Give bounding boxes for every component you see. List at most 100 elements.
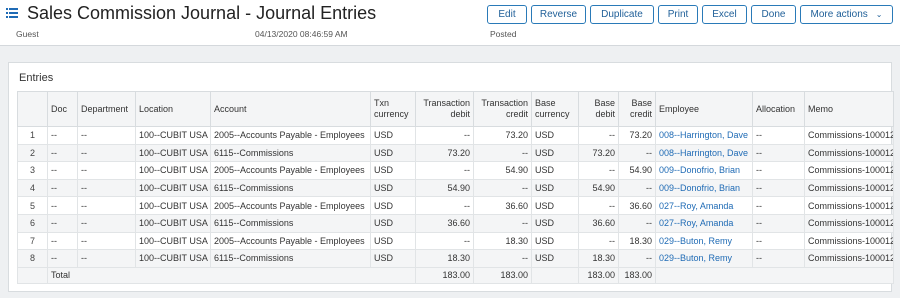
employee-link[interactable]: 029--Buton, Remy <box>655 249 753 268</box>
base-currency-cell: USD <box>531 231 579 251</box>
transaction-credit-cell: -- <box>473 143 532 163</box>
base-credit-cell: 73.20 <box>618 126 656 145</box>
column-header-base-currency[interactable]: Base currency <box>531 91 579 127</box>
allocation-cell: -- <box>752 196 805 215</box>
transaction-debit-cell: 36.60 <box>415 213 474 233</box>
entries-panel: Entries Doc Department Location Account … <box>8 62 894 292</box>
allocation-cell: -- <box>752 231 805 251</box>
department-cell: -- <box>77 178 136 198</box>
employee-link[interactable]: 027--Roy, Amanda <box>655 213 753 233</box>
employee-link[interactable]: 008--Harrington, Dave <box>655 126 753 145</box>
base-debit-cell: 73.20 <box>578 143 619 163</box>
column-header-transaction-debit[interactable]: Transaction debit <box>415 91 474 127</box>
base-currency-cell: USD <box>531 178 579 198</box>
transaction-credit-cell: 18.30 <box>473 231 532 251</box>
column-header-row-number <box>17 91 48 127</box>
total-transaction-credit: 183.00 <box>473 266 532 284</box>
base-debit-cell: 54.90 <box>578 178 619 198</box>
employee-link[interactable]: 029--Buton, Remy <box>655 231 753 251</box>
totals-spacer-cell <box>17 266 48 284</box>
allocation-cell: -- <box>752 178 805 198</box>
column-header-base-credit[interactable]: Base credit <box>618 91 656 127</box>
created-by-value: Guest <box>16 29 39 39</box>
table-row[interactable]: 3 -- -- 100--CUBIT USA 2005--Accounts Payabl… <box>17 161 894 180</box>
base-credit-cell: -- <box>618 249 656 268</box>
transaction-debit-cell: 73.20 <box>415 143 474 163</box>
department-cell: -- <box>77 143 136 163</box>
table-row[interactable]: 6 -- -- 100--CUBIT USA 6115--Commissions USD 3… <box>17 213 894 233</box>
base-debit-cell: -- <box>578 196 619 215</box>
table-row[interactable]: 4 -- -- 100--CUBIT USA 6115--Commissions USD 5… <box>17 178 894 198</box>
location-cell: 100--CUBIT USA <box>135 249 211 268</box>
excel-button[interactable]: Excel <box>702 5 747 24</box>
duplicate-button[interactable]: Duplicate <box>590 5 654 24</box>
employee-link[interactable]: 009--Donofrio, Brian <box>655 178 753 198</box>
column-header-employee[interactable]: Employee <box>655 91 753 127</box>
doc-cell: -- <box>47 196 78 215</box>
column-header-memo[interactable]: Memo <box>804 91 894 127</box>
txn-currency-cell: USD <box>370 126 416 145</box>
doc-cell: -- <box>47 213 78 233</box>
employee-link[interactable]: 008--Harrington, Dave <box>655 143 753 163</box>
doc-cell: -- <box>47 126 78 145</box>
table-header-row: Doc Department Location Account Txn curr… <box>17 91 894 127</box>
column-header-account[interactable]: Account <box>210 91 371 127</box>
column-header-allocation[interactable]: Allocation <box>752 91 805 127</box>
more-actions-button[interactable]: More actions ⌄ <box>800 5 893 24</box>
table-row[interactable]: 1 -- -- 100--CUBIT USA 2005--Accounts Payabl… <box>17 126 894 145</box>
txn-currency-cell: USD <box>370 231 416 251</box>
header-bar: Sales Commission Journal - Journal Entri… <box>0 0 900 30</box>
base-credit-cell: 18.30 <box>618 231 656 251</box>
txn-currency-cell: USD <box>370 143 416 163</box>
table-row[interactable]: 5 -- -- 100--CUBIT USA 2005--Accounts Payabl… <box>17 196 894 215</box>
totals-label: Total <box>47 266 416 284</box>
base-currency-cell: USD <box>531 196 579 215</box>
department-cell: -- <box>77 249 136 268</box>
transaction-credit-cell: -- <box>473 213 532 233</box>
total-transaction-debit: 183.00 <box>415 266 474 284</box>
employee-link[interactable]: 009--Donofrio, Brian <box>655 161 753 180</box>
account-cell: 2005--Accounts Payable - Employees <box>210 196 371 215</box>
column-header-department[interactable]: Department <box>77 91 136 127</box>
column-header-location[interactable]: Location <box>135 91 211 127</box>
total-base-credit: 183.00 <box>618 266 656 284</box>
totals-spacer-cell <box>655 266 894 284</box>
employee-link[interactable]: 027--Roy, Amanda <box>655 196 753 215</box>
column-header-doc[interactable]: Doc <box>47 91 78 127</box>
table-row[interactable]: 7 -- -- 100--CUBIT USA 2005--Accounts Payabl… <box>17 231 894 251</box>
table-row[interactable]: 8 -- -- 100--CUBIT USA 6115--Commissions USD 1… <box>17 249 894 268</box>
column-header-transaction-credit[interactable]: Transaction credit <box>473 91 532 127</box>
totals-spacer-cell <box>531 266 579 284</box>
transaction-credit-cell: 73.20 <box>473 126 532 145</box>
department-cell: -- <box>77 213 136 233</box>
account-cell: 6115--Commissions <box>210 143 371 163</box>
chevron-down-icon: ⌄ <box>875 10 883 19</box>
entries-table: Doc Department Location Account Txn curr… <box>17 91 894 284</box>
location-cell: 100--CUBIT USA <box>135 213 211 233</box>
doc-cell: -- <box>47 231 78 251</box>
state-value: Posted <box>490 29 517 39</box>
entries-section-title: Entries <box>19 72 54 84</box>
allocation-cell: -- <box>752 126 805 145</box>
base-debit-cell: 18.30 <box>578 249 619 268</box>
print-button[interactable]: Print <box>658 5 698 24</box>
reverse-button[interactable]: Reverse <box>531 5 586 24</box>
base-credit-cell: -- <box>618 178 656 198</box>
txn-currency-cell: USD <box>370 196 416 215</box>
column-header-txn-currency[interactable]: Txn currency <box>370 91 416 127</box>
department-cell: -- <box>77 161 136 180</box>
department-cell: -- <box>77 196 136 215</box>
table-row[interactable]: 2 -- -- 100--CUBIT USA 6115--Commissions USD 7… <box>17 143 894 163</box>
done-button[interactable]: Done <box>751 5 796 24</box>
transaction-debit-cell: -- <box>415 196 474 215</box>
base-debit-cell: -- <box>578 126 619 145</box>
department-cell: -- <box>77 126 136 145</box>
edit-button[interactable]: Edit <box>487 5 527 24</box>
column-header-base-debit[interactable]: Base debit <box>578 91 619 127</box>
transaction-credit-cell: 36.60 <box>473 196 532 215</box>
transaction-credit-cell: -- <box>473 249 532 268</box>
memo-cell: Commissions-100012 <box>804 249 894 268</box>
created-date-value: 04/13/2020 08:46:59 AM <box>255 29 348 39</box>
list-menu-icon[interactable] <box>6 8 18 18</box>
allocation-cell: -- <box>752 249 805 268</box>
